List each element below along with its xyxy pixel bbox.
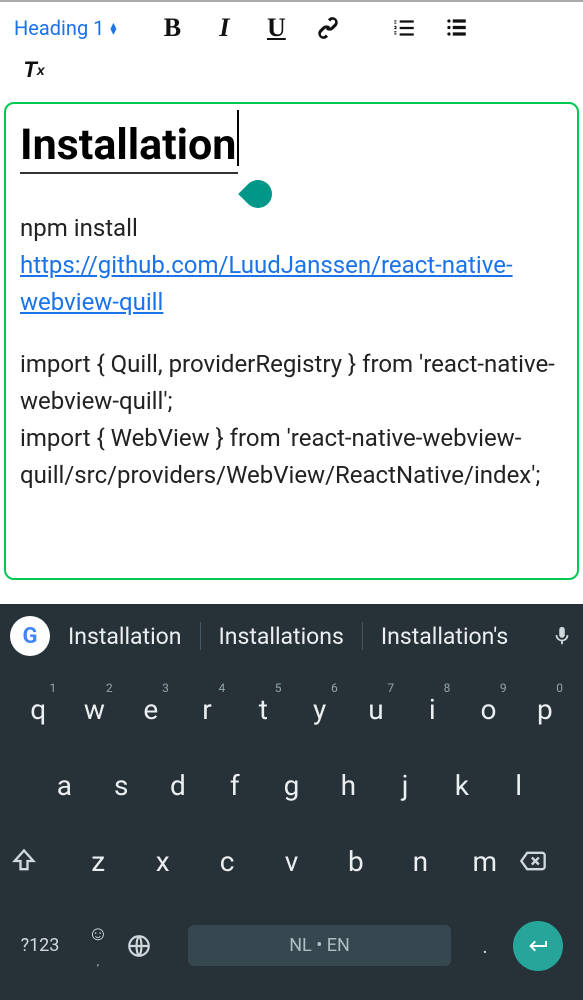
key-q[interactable]: q1 [10, 693, 66, 726]
key-p[interactable]: p0 [517, 693, 573, 726]
language-key[interactable] [126, 933, 182, 959]
key-k[interactable]: k [433, 769, 490, 802]
key-v[interactable]: v [259, 845, 323, 878]
key-y[interactable]: y6 [291, 693, 347, 726]
toolbar: Heading 1 ▴▾ B I U Tx [0, 0, 583, 96]
link-button[interactable] [306, 8, 350, 48]
shift-key[interactable] [10, 847, 66, 875]
key-t[interactable]: t5 [235, 693, 291, 726]
underline-button[interactable]: U [254, 8, 298, 48]
key-g[interactable]: g [263, 769, 320, 802]
emoji-key[interactable]: ☺, [70, 921, 126, 970]
npm-text: npm install [20, 214, 138, 242]
key-j[interactable]: j [377, 769, 434, 802]
code-line-1: import { Quill, providerRegistry } from … [20, 346, 563, 420]
key-m[interactable]: m [453, 845, 517, 878]
key-n[interactable]: n [388, 845, 452, 878]
key-h[interactable]: h [320, 769, 377, 802]
google-icon[interactable]: G [10, 616, 50, 656]
key-x[interactable]: x [130, 845, 194, 878]
symbols-key[interactable]: ?123 [10, 935, 70, 956]
select-arrows-icon: ▴▾ [110, 22, 116, 34]
key-row-4: ?123 ☺, NL • EN . [4, 921, 579, 971]
ordered-list-icon [391, 15, 417, 41]
link-icon [315, 15, 341, 41]
key-f[interactable]: f [206, 769, 263, 802]
heading-label: Heading 1 [14, 16, 104, 40]
key-s[interactable]: s [93, 769, 150, 802]
heading-select[interactable]: Heading 1 ▴▾ [8, 12, 122, 44]
key-b[interactable]: b [324, 845, 388, 878]
key-c[interactable]: c [195, 845, 259, 878]
bullet-list-button[interactable] [434, 8, 478, 48]
key-o[interactable]: o9 [460, 693, 516, 726]
suggestion-3[interactable]: Installation's [373, 623, 516, 650]
key-w[interactable]: w2 [66, 693, 122, 726]
key-r[interactable]: r4 [179, 693, 235, 726]
suggestion-bar: G Installation Installations Installatio… [0, 604, 583, 668]
doc-title[interactable]: Installation [20, 120, 238, 174]
key-e[interactable]: e3 [123, 693, 179, 726]
key-d[interactable]: d [150, 769, 207, 802]
backspace-key[interactable] [517, 847, 573, 875]
editor[interactable]: Installation npm install https://github.… [4, 102, 579, 580]
key-row-2: asdfghjkl [4, 769, 579, 802]
text-caret [237, 110, 239, 166]
keyboard: G Installation Installations Installatio… [0, 604, 583, 1000]
code-line-2: import { WebView } from 'react-native-we… [20, 420, 563, 494]
space-key[interactable]: NL • EN [188, 925, 451, 966]
suggestion-2[interactable]: Installations [211, 623, 352, 650]
key-l[interactable]: l [490, 769, 547, 802]
key-row-3: zxcvbnm [4, 845, 579, 878]
italic-button[interactable]: I [202, 8, 246, 48]
bold-button[interactable]: B [150, 8, 194, 48]
doc-body[interactable]: npm install https://github.com/LuudJanss… [20, 210, 563, 494]
mic-icon[interactable] [551, 625, 573, 647]
period-key[interactable]: . [457, 934, 513, 958]
key-u[interactable]: u7 [348, 693, 404, 726]
key-z[interactable]: z [66, 845, 130, 878]
suggestion-1[interactable]: Installation [60, 623, 190, 650]
clear-format-button[interactable]: Tx [12, 50, 56, 90]
key-row-1: q1w2e3r4t5y6u7i8o9p0 [4, 693, 579, 726]
key-a[interactable]: a [36, 769, 93, 802]
repo-link[interactable]: https://github.com/LuudJanssen/react-nat… [20, 251, 513, 316]
key-i[interactable]: i8 [404, 693, 460, 726]
ordered-list-button[interactable] [382, 8, 426, 48]
bullet-list-icon [443, 15, 469, 41]
enter-key[interactable] [513, 921, 573, 971]
